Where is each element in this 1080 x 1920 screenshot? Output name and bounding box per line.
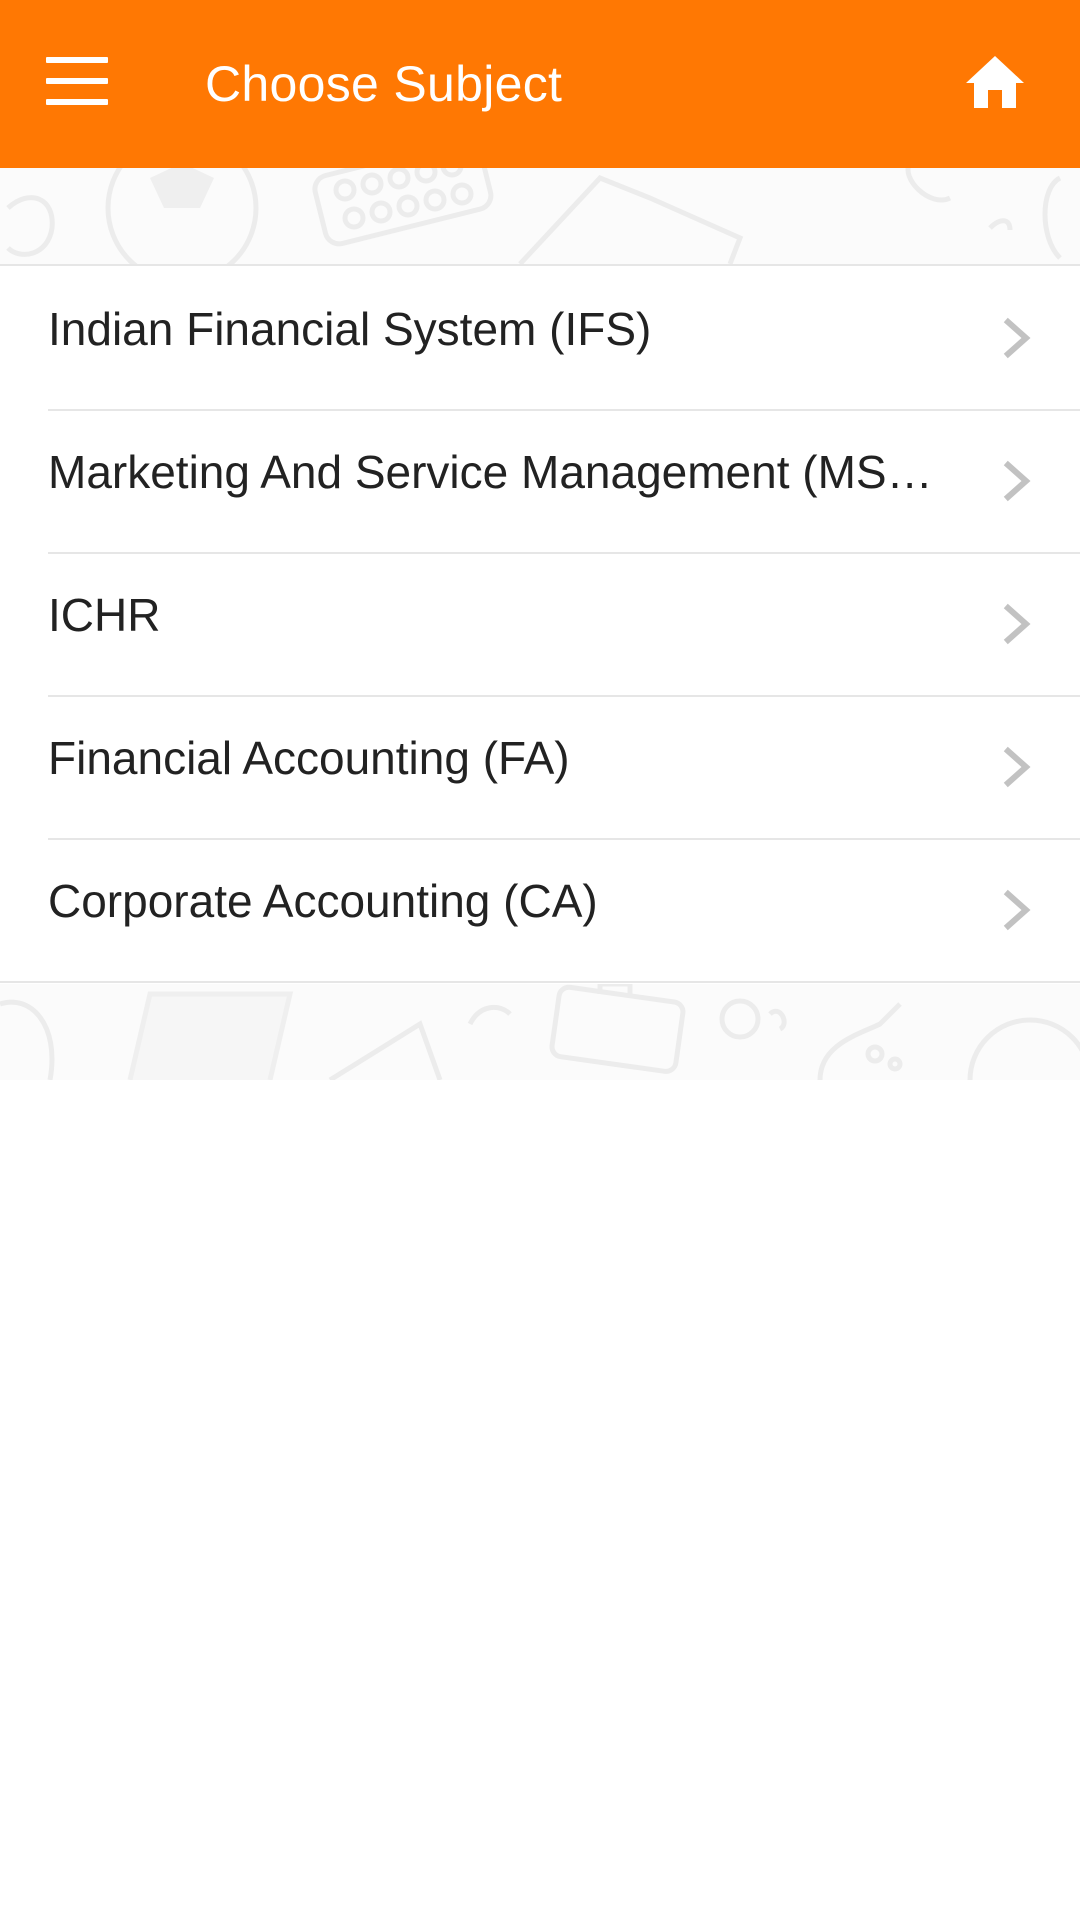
menu-bar — [46, 99, 108, 105]
chevron-right-icon — [1003, 603, 1031, 645]
subject-item-ca[interactable]: Corporate Accounting (CA) — [0, 838, 1080, 981]
decorative-pattern-bottom — [0, 984, 1080, 1080]
app-screen: Choose Subject Indian Financial System (… — [0, 0, 1080, 1920]
subject-item-label: Marketing And Service Management (MS… — [48, 446, 933, 498]
subject-list: Indian Financial System (IFS) Marketing … — [0, 264, 1080, 983]
subject-item-label: Corporate Accounting (CA) — [48, 875, 598, 927]
app-header: Choose Subject — [0, 0, 1080, 168]
subject-item-label: Financial Accounting (FA) — [48, 732, 570, 784]
page-title: Choose Subject — [205, 56, 563, 112]
menu-bar — [46, 57, 108, 63]
subject-item-msm[interactable]: Marketing And Service Management (MS… — [0, 409, 1080, 552]
subject-item-ifs[interactable]: Indian Financial System (IFS) — [0, 266, 1080, 409]
subject-item-ichr[interactable]: ICHR — [0, 552, 1080, 695]
subject-item-label: ICHR — [48, 589, 161, 641]
hamburger-menu-icon[interactable] — [46, 54, 108, 108]
chevron-right-icon — [1003, 317, 1031, 359]
menu-bar — [46, 78, 108, 84]
home-icon[interactable] — [964, 52, 1026, 112]
chevron-right-icon — [1003, 889, 1031, 931]
subject-item-label: Indian Financial System (IFS) — [48, 303, 652, 355]
subject-item-fa[interactable]: Financial Accounting (FA) — [0, 695, 1080, 838]
chevron-right-icon — [1003, 460, 1031, 502]
decorative-pattern-top — [0, 168, 1080, 264]
chevron-right-icon — [1003, 746, 1031, 788]
